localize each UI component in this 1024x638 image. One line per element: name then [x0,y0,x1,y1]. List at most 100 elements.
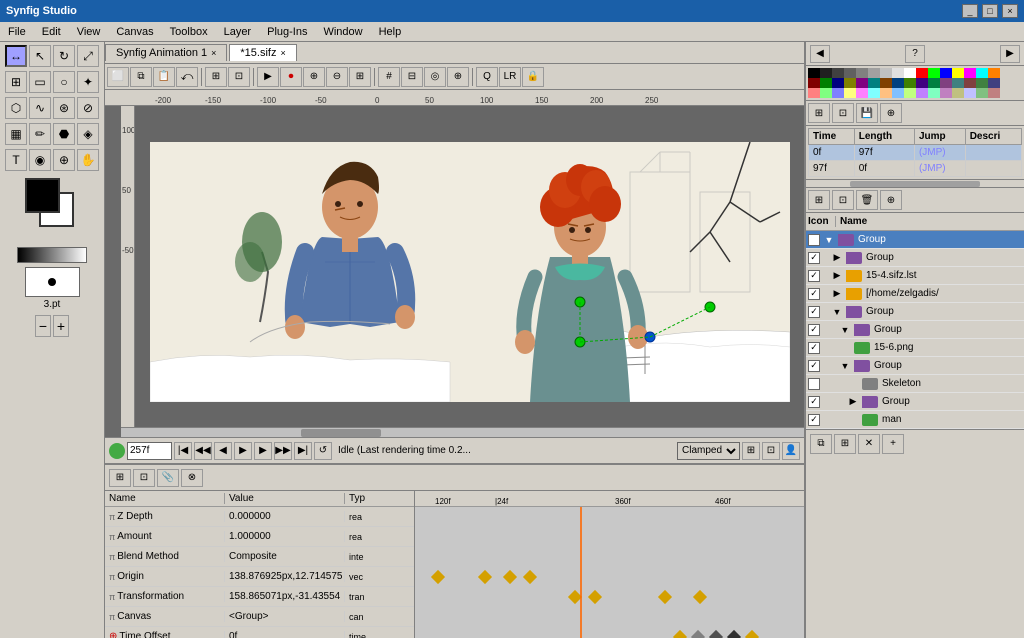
diamond-t4[interactable] [693,590,707,604]
palette-cell[interactable] [928,88,940,98]
palette-cell[interactable] [988,78,1000,88]
layer-row-group8[interactable]: ▼ Group [806,357,1024,375]
palette-cell[interactable] [988,88,1000,98]
palette-cell[interactable] [892,68,904,78]
tool-polygon[interactable]: ⬡ [5,97,27,119]
diamond-4[interactable] [523,570,537,584]
palette-cell[interactable] [940,68,952,78]
canvas-action2[interactable]: ⊡ [762,442,780,460]
lr-check-4[interactable] [806,288,822,300]
diamond-r7-2[interactable] [691,630,705,638]
tool-bline[interactable]: ∿ [29,97,51,119]
tool-width[interactable]: ⊘ [77,97,99,119]
tool-gradient[interactable]: ▦ [5,123,27,145]
right-scrollbar[interactable] [806,180,1024,188]
tool-feather[interactable]: ⊛ [53,97,75,119]
diamond-r7-5[interactable] [745,630,759,638]
canvas-zoom-in[interactable]: ⊕ [303,67,325,87]
lr-check-11[interactable] [806,414,822,426]
palette-cell[interactable] [988,68,1000,78]
palette-cell[interactable] [880,88,892,98]
palette-cell[interactable] [832,78,844,88]
canvas-action3[interactable]: 👤 [782,442,800,460]
play-prev-keyframe[interactable]: ◀◀ [194,442,212,460]
tool-pan[interactable]: ✋ [77,149,99,171]
fg-color-box[interactable] [25,178,60,213]
lr-check-7[interactable] [806,342,822,354]
diamond-2[interactable] [478,570,492,584]
palette-cell[interactable] [904,78,916,88]
tl-btn-3[interactable]: 📎 [157,469,179,487]
tool-transform[interactable]: ↔ [5,45,27,67]
play-last-frame[interactable]: ▶| [294,442,312,460]
canvas-bone[interactable]: ⊕ [447,67,469,87]
tool-rectangle[interactable]: ▭ [29,71,51,93]
lr-expand-8[interactable]: ▼ [838,361,852,371]
tool-smooth-move[interactable]: ↖ [29,45,51,67]
canvas-content[interactable]: 100 50 -50 [121,106,804,437]
palette-cell[interactable] [976,78,988,88]
wp-row-2[interactable]: 97f 0f (JMP) [809,161,1022,177]
brush-size-increase[interactable]: + [53,315,69,337]
play-first-frame[interactable]: |◀ [174,442,192,460]
palette-cell[interactable] [916,68,928,78]
menu-edit[interactable]: Edit [34,24,69,40]
window-controls[interactable]: _ □ × [962,4,1018,18]
canvas-quality[interactable]: Q [476,67,498,87]
diamond-1[interactable] [431,570,445,584]
play-next-keyframe[interactable]: ▶▶ [274,442,292,460]
palette-cell[interactable] [892,78,904,88]
canvas-lock[interactable]: 🔒 [522,67,544,87]
palette-cell[interactable] [844,88,856,98]
palette-cell[interactable] [928,68,940,78]
wp-row-1[interactable]: 0f 97f (JMP) [809,145,1022,161]
play-prev-frame[interactable]: ◀ [214,442,232,460]
palette-cell[interactable] [832,68,844,78]
menu-view[interactable]: View [69,24,109,40]
wp-action-1[interactable]: ⊞ [808,190,830,210]
palette-cell[interactable] [928,78,940,88]
lr-check-10[interactable] [806,396,822,408]
palette-cell[interactable] [868,78,880,88]
menu-plugins[interactable]: Plug-Ins [259,24,315,40]
layer-row-group2[interactable]: ▶ Group [806,249,1024,267]
layer-row-home[interactable]: ▶ [/home/zelgadis/ [806,285,1024,303]
layer-btn-delete[interactable]: ✕ [858,434,880,454]
lr-expand-6[interactable]: ▼ [838,325,852,335]
play-button[interactable]: ▶ [234,442,252,460]
menu-window[interactable]: Window [315,24,370,40]
tool-zoom[interactable]: ⊕ [53,149,75,171]
frame-input[interactable] [127,442,172,460]
tool-scale[interactable]: ⤢ [77,45,99,67]
tool-text[interactable]: T [5,149,27,171]
tab-sifz[interactable]: *15.sifz × [229,44,296,61]
layer-row-sifzlst[interactable]: ▶ 15-4.sifz.lst [806,267,1024,285]
palette-cell[interactable] [964,78,976,88]
canvas-ruler-toggle[interactable]: ⊟ [401,67,423,87]
layer-btn-add[interactable]: + [882,434,904,454]
layer-row-group10[interactable]: ▶ Group [806,393,1024,411]
lr-check-2[interactable] [806,252,822,264]
lr-check-9[interactable] [806,378,822,390]
tab-animation1[interactable]: Synfig Animation 1 × [105,44,227,61]
canvas-record[interactable]: ⏺ [280,67,302,87]
palette-cell[interactable] [916,78,928,88]
right-tool-2[interactable]: ⊡ [832,103,854,123]
canvas-scrollbar-h[interactable] [121,427,804,437]
wp-action-2[interactable]: ⊡ [832,190,854,210]
layer-row-group5[interactable]: ▼ Group [806,303,1024,321]
right-tool-1[interactable]: ⊞ [808,103,830,123]
palette-cell[interactable] [808,78,820,88]
palette-cell[interactable] [916,88,928,98]
palette-cell[interactable] [940,78,952,88]
palette-cell[interactable] [868,68,880,78]
lr-expand-5[interactable]: ▼ [830,307,844,317]
palette-cell[interactable] [952,78,964,88]
layer-row-group1[interactable]: ▼ Group [806,231,1024,249]
canvas-low-res[interactable]: LR [499,67,521,87]
diamond-r7-1[interactable] [673,630,687,638]
tool-mirror[interactable]: ⊞ [5,71,27,93]
menu-toolbox[interactable]: Toolbox [162,24,216,40]
tab-animation1-close[interactable]: × [211,48,216,58]
menu-help[interactable]: Help [371,24,410,40]
